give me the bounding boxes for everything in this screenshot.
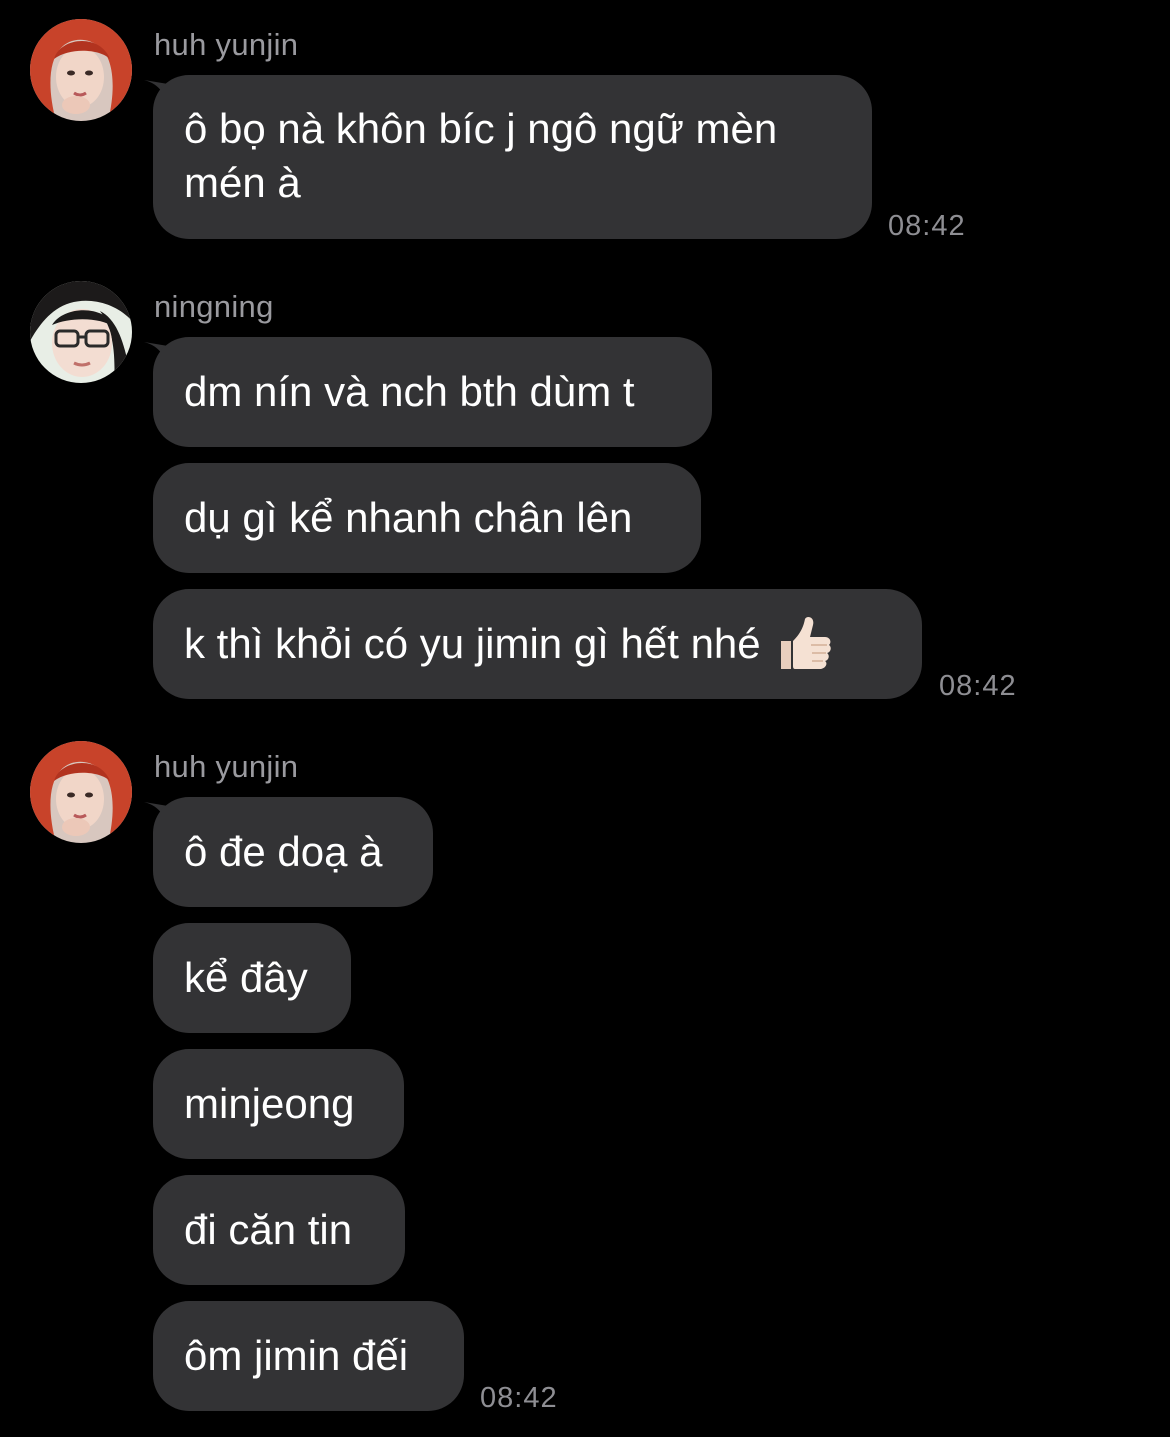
thumbs-up-icon xyxy=(775,615,831,673)
message-text: dụ gì kể nhanh chân lên xyxy=(184,494,633,541)
message-bubble[interactable]: đi căn tin xyxy=(153,1175,405,1285)
avatar-red-hair-icon xyxy=(30,19,132,121)
message-text: dm nín và nch bth dùm t xyxy=(184,368,635,415)
message-bubble[interactable]: k thì khỏi có yu jimin gì hết nhé xyxy=(153,589,922,699)
message-text: kể đây xyxy=(184,954,308,1001)
message-bubble[interactable]: dụ gì kể nhanh chân lên xyxy=(153,463,701,573)
message-bubble[interactable]: minjeong xyxy=(153,1049,404,1159)
message-timestamp: 08:42 xyxy=(888,210,966,242)
avatar-huh-yunjin[interactable] xyxy=(30,741,132,843)
message-bubble[interactable]: ô đe doạ à xyxy=(153,797,433,907)
avatar-glasses-icon xyxy=(30,281,132,383)
message-timestamp: 08:42 xyxy=(939,670,1017,702)
avatar-ningning[interactable] xyxy=(30,281,132,383)
avatar-red-hair-icon xyxy=(30,741,132,843)
sender-name: huh yunjin xyxy=(154,27,299,62)
message-timestamp: 08:42 xyxy=(480,1382,558,1414)
message-bubble[interactable]: kể đây xyxy=(153,923,351,1033)
message-bubble[interactable]: ô bọ nà khôn bíc j ngô ngữ mèn mén à xyxy=(153,75,872,239)
message-text: k thì khỏi có yu jimin gì hết nhé xyxy=(184,620,761,667)
sender-name: huh yunjin xyxy=(154,749,299,784)
message-text: ô bọ nà khôn bíc j ngô ngữ mèn mén à xyxy=(184,105,778,206)
avatar-huh-yunjin[interactable] xyxy=(30,19,132,121)
message-bubble[interactable]: ôm jimin đếi xyxy=(153,1301,464,1411)
message-bubble[interactable]: dm nín và nch bth dùm t xyxy=(153,337,712,447)
sender-name: ningning xyxy=(154,289,274,324)
message-text: ô đe doạ à xyxy=(184,828,383,875)
message-text: minjeong xyxy=(184,1080,355,1127)
message-text: đi căn tin xyxy=(184,1206,353,1253)
message-text: ôm jimin đếi xyxy=(184,1332,409,1379)
